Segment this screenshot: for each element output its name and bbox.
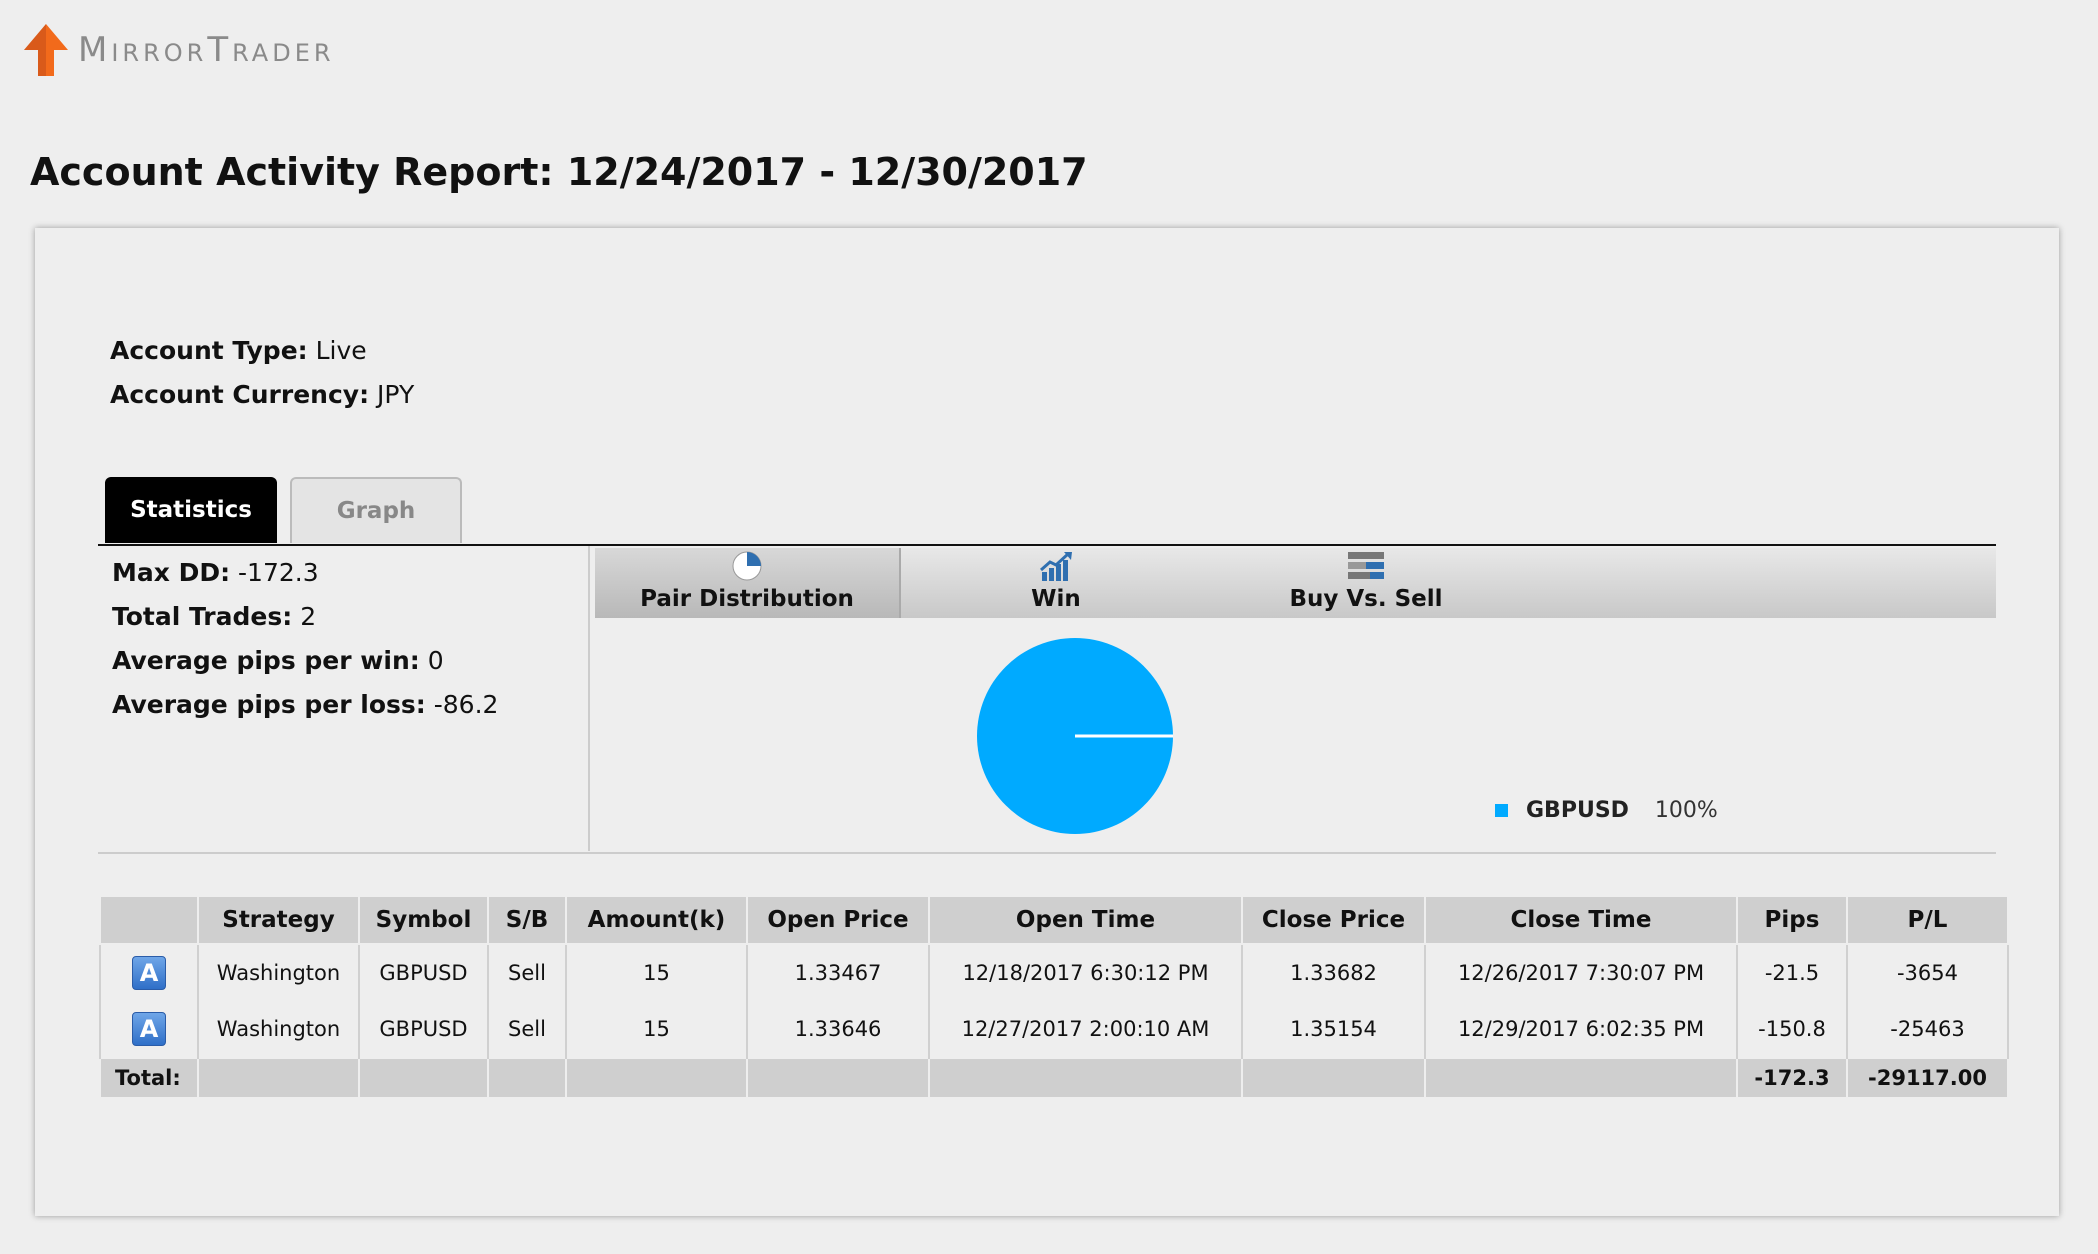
total-pl: -29117.00 bbox=[1846, 1057, 2009, 1099]
trades-table: Strategy Symbol S/B Amount(k) Open Price… bbox=[99, 895, 2009, 1099]
table-total-row: Total: -172.3 -29117.00 bbox=[99, 1057, 2009, 1099]
mirrortrader-logo: MirrorTrader bbox=[22, 20, 335, 80]
stat-avg-pips-win: Average pips per win: 0 bbox=[112, 646, 444, 675]
column-header-pl: P/L bbox=[1846, 895, 2009, 945]
total-label: Total: bbox=[99, 1057, 199, 1099]
table-row: A Washington GBPUSD Sell 15 1.33646 12/2… bbox=[99, 1001, 2009, 1058]
column-header-close-time: Close Time bbox=[1424, 895, 1738, 945]
account-type-value: Live bbox=[307, 336, 367, 365]
column-header-strategy: Strategy bbox=[197, 895, 360, 945]
column-header-open-price: Open Price bbox=[746, 895, 930, 945]
cell-sb: Sell bbox=[487, 944, 567, 1001]
cell-close-price: 1.35154 bbox=[1241, 1001, 1426, 1058]
cell-strategy: Washington bbox=[197, 944, 360, 1001]
legend-label: GBPUSD bbox=[1526, 798, 1629, 823]
table-row: A Washington GBPUSD Sell 15 1.33467 12/1… bbox=[99, 944, 2009, 1001]
legend-swatch bbox=[1495, 804, 1508, 817]
cell-pl: -25463 bbox=[1846, 1001, 2009, 1058]
cell-close-time: 12/26/2017 7:30:07 PM bbox=[1424, 944, 1738, 1001]
cell-open-price: 1.33646 bbox=[746, 1001, 930, 1058]
column-header-open-time: Open Time bbox=[928, 895, 1243, 945]
cell-close-time: 12/29/2017 6:02:35 PM bbox=[1424, 1001, 1738, 1058]
column-header-sb: S/B bbox=[487, 895, 567, 945]
account-type-label: Account Type: bbox=[110, 336, 308, 365]
account-type: Account Type: Live bbox=[110, 336, 367, 365]
chart-legend: GBPUSD 100% bbox=[1495, 798, 1718, 823]
tab-graph[interactable]: Graph bbox=[290, 477, 462, 543]
page-title: Account Activity Report: 12/24/2017 - 12… bbox=[30, 150, 1088, 194]
pie-chart bbox=[977, 638, 1173, 834]
cell-close-price: 1.33682 bbox=[1241, 944, 1426, 1001]
cell-strategy: Washington bbox=[197, 1001, 360, 1058]
cell-symbol: GBPUSD bbox=[358, 944, 489, 1001]
stat-max-dd: Max DD: -172.3 bbox=[112, 558, 319, 587]
cell-open-price: 1.33467 bbox=[746, 944, 930, 1001]
cell-pips: -150.8 bbox=[1736, 1001, 1848, 1058]
total-pips: -172.3 bbox=[1736, 1057, 1848, 1099]
logo-text: MirrorTrader bbox=[78, 30, 335, 70]
cell-sb: Sell bbox=[487, 1001, 567, 1058]
cell-open-time: 12/18/2017 6:30:12 PM bbox=[928, 944, 1243, 1001]
stat-total-trades: Total Trades: 2 bbox=[112, 602, 317, 631]
column-header-icon bbox=[99, 895, 199, 945]
cell-pips: -21.5 bbox=[1736, 944, 1848, 1001]
account-currency: Account Currency: JPY bbox=[110, 380, 414, 409]
legend-percent: 100% bbox=[1654, 798, 1718, 823]
strategy-a-icon[interactable]: A bbox=[132, 1012, 166, 1046]
report-panel: Account Type: Live Account Currency: JPY… bbox=[35, 228, 2059, 1216]
logo-arrow-icon bbox=[24, 24, 68, 76]
cell-amount: 15 bbox=[565, 1001, 748, 1058]
cell-pl: -3654 bbox=[1846, 944, 2009, 1001]
column-header-symbol: Symbol bbox=[358, 895, 489, 945]
tab-statistics[interactable]: Statistics bbox=[105, 477, 277, 543]
column-header-close-price: Close Price bbox=[1241, 895, 1426, 945]
cell-amount: 15 bbox=[565, 944, 748, 1001]
account-currency-value: JPY bbox=[369, 380, 415, 409]
statistics-box: Max DD: -172.3 Total Trades: 2 Average p… bbox=[98, 546, 590, 851]
column-header-pips: Pips bbox=[1736, 895, 1848, 945]
stat-avg-pips-loss: Average pips per loss: -86.2 bbox=[112, 690, 499, 719]
strategy-a-icon[interactable]: A bbox=[132, 956, 166, 990]
cell-symbol: GBPUSD bbox=[358, 1001, 489, 1058]
section-divider bbox=[98, 852, 1996, 854]
account-currency-label: Account Currency: bbox=[110, 380, 370, 409]
column-header-amount: Amount(k) bbox=[565, 895, 748, 945]
cell-open-time: 12/27/2017 2:00:10 AM bbox=[928, 1001, 1243, 1058]
chart-area: Pair Distribution Win Buy Vs. Sell GBPUS… bbox=[595, 546, 1996, 851]
table-header-row: Strategy Symbol S/B Amount(k) Open Price… bbox=[99, 895, 2009, 945]
